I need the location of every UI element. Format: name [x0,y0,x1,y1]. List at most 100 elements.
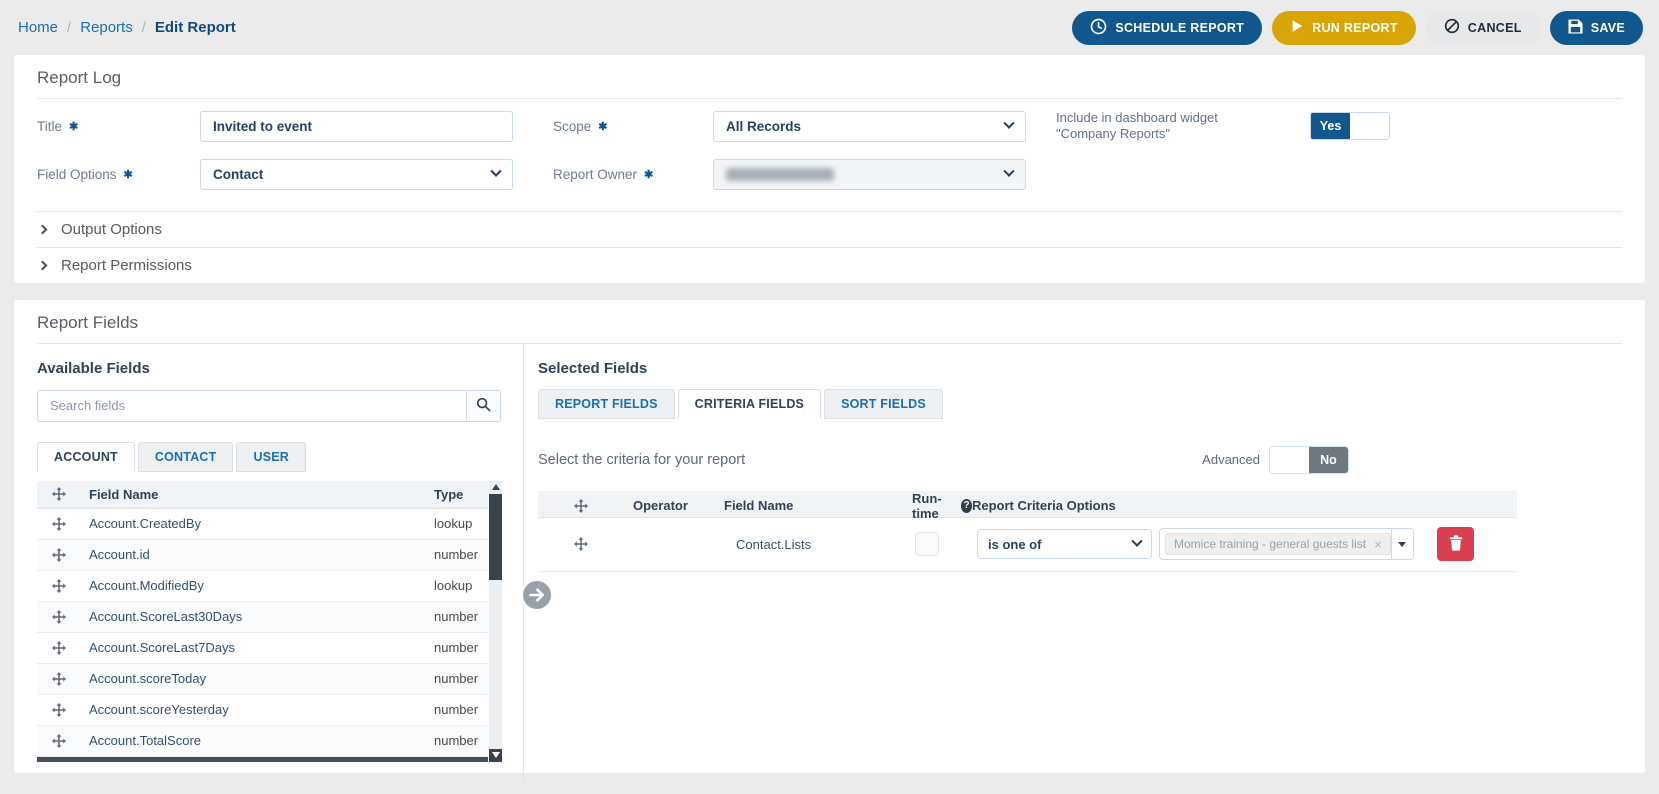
run-report-button[interactable]: RUN REPORT [1272,10,1416,45]
search-input[interactable] [37,389,467,422]
tab-report-fields[interactable]: REPORT FIELDS [538,388,675,419]
schedule-report-button[interactable]: SCHEDULE REPORT [1072,10,1263,45]
table-row[interactable]: Account.id number [37,539,488,571]
run-report-label: RUN REPORT [1312,20,1398,35]
move-fields-button[interactable] [521,578,553,614]
toggle-off-segment[interactable] [1270,446,1309,473]
operator-select-value: is one of [988,536,1042,552]
table-row[interactable]: Account.CreatedBy lookup [37,509,488,540]
list-scrollbar[interactable] [489,480,502,762]
column-header-field-name: Field Name [724,498,794,513]
advanced-toggle[interactable]: No [1269,445,1349,474]
criteria-options-cell: is one of Momice training - general gues… [972,527,1517,561]
available-tabs: ACCOUNT CONTACT USER [37,441,523,472]
move-icon[interactable] [538,537,624,551]
move-icon[interactable] [37,609,81,624]
breadcrumb-current: Edit Report [154,19,236,36]
column-header-type: Type [434,486,464,502]
scrollbar-thumb[interactable] [489,493,502,580]
table-row[interactable]: Account.ScoreLast7Days number [37,633,488,664]
field-type: number [434,609,479,624]
required-asterisk-icon: ✱ [69,120,79,133]
table-row[interactable]: Account.TotalScore number [37,725,488,757]
toggle-off-segment[interactable] [1350,113,1389,140]
field-options-select[interactable]: Contact [200,158,513,190]
move-icon[interactable] [37,733,81,748]
runtime-checkbox[interactable] [915,532,939,556]
cancel-button[interactable]: CANCEL [1425,10,1540,45]
required-asterisk-icon: ✱ [123,168,133,181]
report-owner-label: Report Owner ✱ [553,167,713,182]
tab-criteria-fields[interactable]: CRITERIA FIELDS [677,388,822,419]
report-owner-label-text: Report Owner [553,166,638,182]
tab-user[interactable]: USER [236,441,307,472]
move-icon[interactable] [37,702,81,717]
column-header-runtime: Run-time ? [896,491,972,521]
scroll-up-icon[interactable] [489,481,502,494]
caret-down-icon [1398,541,1407,547]
play-icon [1290,19,1304,36]
table-row[interactable]: Account.scoreToday number [37,663,488,695]
output-options-section[interactable]: Output Options [14,212,1645,247]
available-fields-heading: Available Fields [37,359,150,377]
scope-select-value: All Records [726,118,802,134]
column-header-operator: Operator [633,498,688,513]
cancel-icon [1444,18,1460,37]
scope-label-text: Scope [553,118,592,134]
advanced-toggle-group: Advanced No [1202,445,1349,474]
breadcrumb-reports[interactable]: Reports [80,19,133,36]
toggle-yes-segment[interactable]: Yes [1311,113,1350,140]
report-permissions-section[interactable]: Report Permissions [14,248,1645,283]
arrow-right-circle-icon [521,578,553,614]
required-asterisk-icon: ✱ [644,168,654,181]
operator-select[interactable]: is one of [977,529,1152,559]
table-row[interactable]: Account.ModifiedBy lookup [37,571,488,602]
schedule-report-label: SCHEDULE REPORT [1115,20,1245,35]
title-input[interactable] [200,110,513,142]
cancel-label: CANCEL [1467,20,1522,35]
runtime-cell [896,532,972,556]
output-options-label: Output Options [61,220,162,238]
criteria-table: Operator Field Name Run-time ? Report Cr… [538,490,1517,572]
field-type: number [434,702,479,717]
tab-sort-fields[interactable]: SORT FIELDS [824,388,943,419]
field-name: Account.ScoreLast7Days [89,640,235,655]
report-owner-select[interactable] [713,158,1026,190]
field-options-label: Field Options ✱ [37,167,200,182]
criteria-value-multiselect[interactable]: Momice training - general guests list × [1159,528,1414,560]
move-icon[interactable] [37,640,81,655]
table-row[interactable]: Account.scoreYesterday number [37,695,488,726]
tab-contact[interactable]: CONTACT [137,441,234,472]
search-button[interactable] [467,389,501,422]
save-button[interactable]: SAVE [1549,10,1643,45]
field-name: Account.TotalScore [89,733,202,748]
move-icon[interactable] [37,671,81,686]
report-fields-title-row: Report Fields [37,300,1622,344]
dashboard-widget-toggle[interactable]: Yes [1310,112,1390,141]
field-type: number [434,547,479,562]
report-log-title: Report Log [37,68,122,87]
available-fields-list: Field Name Type Account.CreatedBy lookup… [37,480,502,762]
remove-tag-icon[interactable]: × [1374,537,1382,552]
selected-option-label: Momice training - general guests list [1174,537,1367,551]
breadcrumb: Home / Reports / Edit Report [18,19,236,36]
move-icon[interactable] [37,547,81,562]
delete-criteria-button[interactable] [1437,527,1474,561]
criteria-field-name: Contact.Lists [736,536,812,552]
form-row-2: Field Options ✱ Contact Report Owner ✱ [37,158,1622,190]
toggle-no-segment[interactable]: No [1309,446,1348,473]
move-icon[interactable] [37,516,81,531]
help-icon[interactable]: ? [961,498,972,513]
breadcrumb-home[interactable]: Home [18,19,58,36]
report-permissions-label: Report Permissions [61,256,192,274]
scope-select[interactable]: All Records [713,110,1026,142]
required-asterisk-icon: ✱ [598,120,608,133]
table-row[interactable]: Account.ScoreLast30Days number [37,601,488,633]
title-label: Title ✱ [37,119,200,134]
move-icon[interactable] [37,578,81,593]
criteria-intro-row: Select the criteria for your report Adva… [538,445,1517,475]
multiselect-caret-button[interactable] [1390,529,1413,559]
scroll-down-icon[interactable] [489,748,502,762]
tab-account[interactable]: ACCOUNT [37,441,135,472]
column-header-criteria-options: Report Criteria Options [972,498,1116,513]
